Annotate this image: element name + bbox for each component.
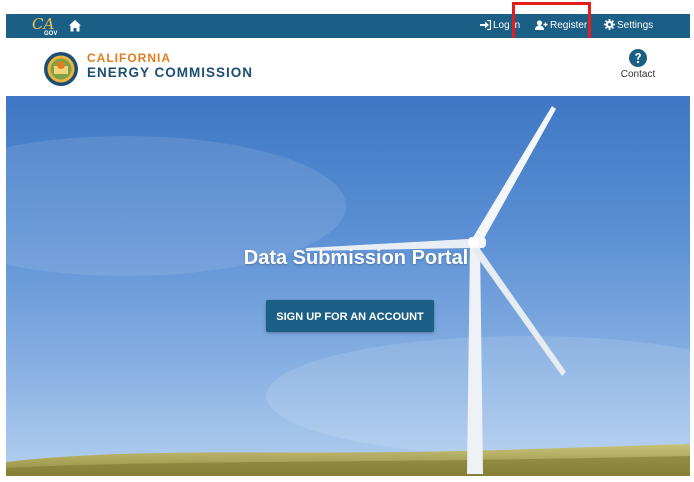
question-icon bbox=[629, 49, 647, 67]
register-label: Register bbox=[550, 20, 588, 31]
brand-line-california: CALIFORNIA bbox=[87, 51, 171, 65]
login-link[interactable]: Log in bbox=[480, 14, 520, 38]
wind-turbine-image bbox=[6, 106, 690, 476]
seal-icon[interactable] bbox=[43, 51, 79, 87]
login-label: Log in bbox=[493, 20, 521, 31]
register-link[interactable]: Register bbox=[535, 14, 587, 38]
contact-label: Contact bbox=[620, 69, 656, 80]
hero-title: Data Submission Portal bbox=[243, 247, 469, 269]
settings-label: Settings bbox=[617, 20, 654, 31]
user-plus-icon bbox=[535, 20, 548, 30]
ca-gov-logo[interactable]: CA GOV bbox=[32, 17, 58, 38]
home-icon[interactable] bbox=[68, 19, 82, 33]
contact-link[interactable]: Contact bbox=[616, 49, 660, 80]
gear-icon bbox=[604, 19, 615, 30]
sign-in-icon bbox=[480, 19, 492, 31]
brand-line-energy-commission: ENERGY COMMISSION bbox=[87, 65, 254, 80]
hero-banner: Data Submission Portal SIGN UP FOR AN AC… bbox=[6, 96, 690, 476]
brand-logo[interactable]: CALIFORNIA ENERGY COMMISSION bbox=[87, 51, 254, 81]
settings-link[interactable]: Settings bbox=[604, 14, 653, 38]
utility-bar: CA GOV Log in Register Settings bbox=[6, 14, 690, 38]
sign-up-button[interactable]: SIGN UP FOR AN ACCOUNT bbox=[266, 300, 434, 332]
site-header: CALIFORNIA ENERGY COMMISSION Contact bbox=[6, 38, 690, 96]
